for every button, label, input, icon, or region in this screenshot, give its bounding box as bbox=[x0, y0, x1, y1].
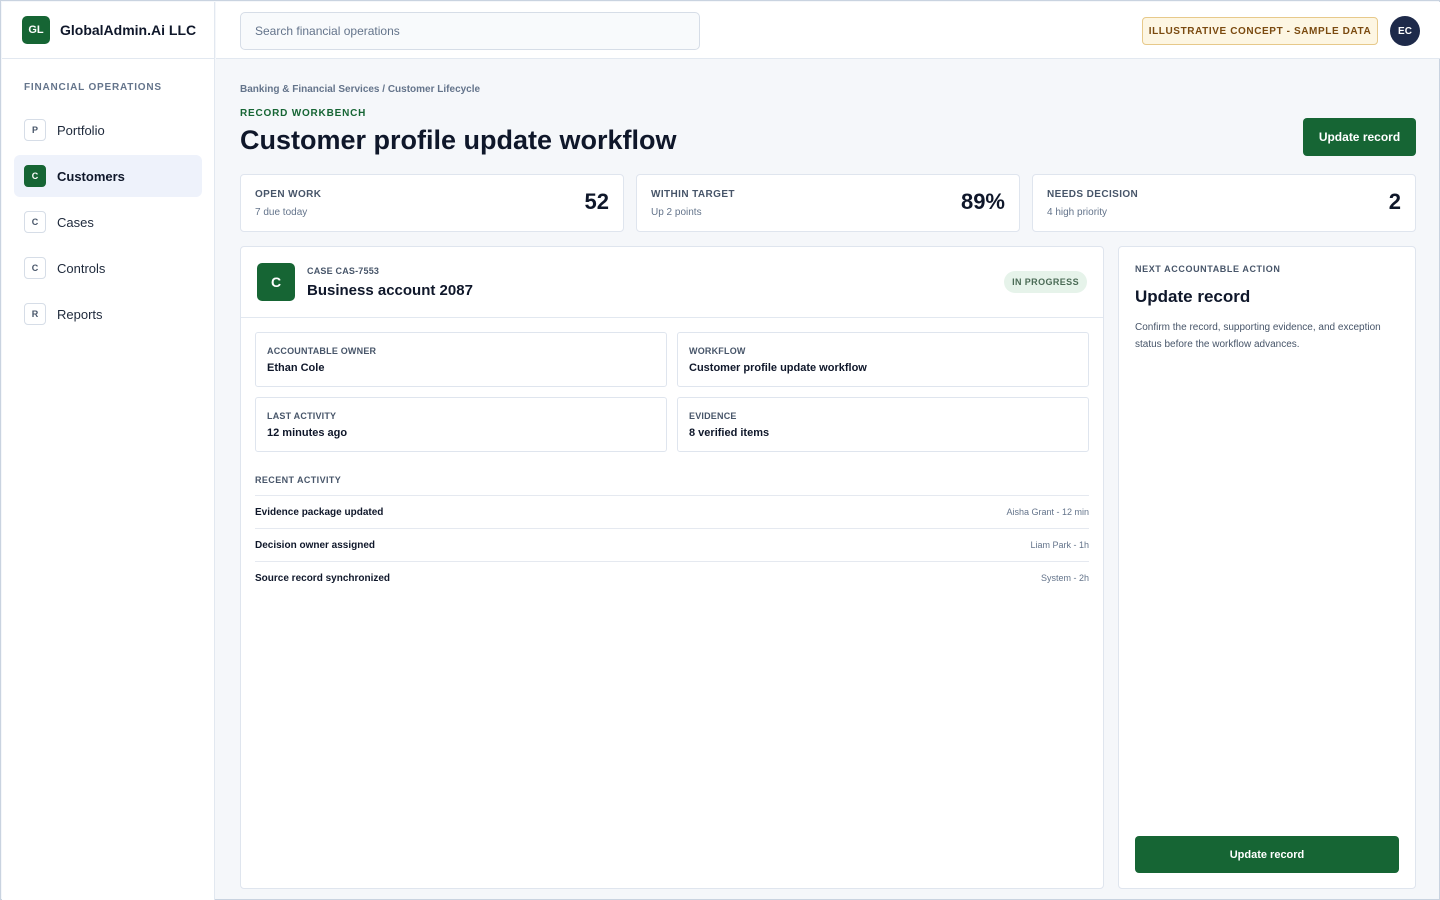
brand-logo: GL bbox=[22, 16, 50, 44]
update-record-button[interactable]: Update record bbox=[1303, 118, 1416, 156]
sidebar-item-reports[interactable]: R Reports bbox=[14, 293, 202, 335]
kpi-label: OPEN WORK bbox=[255, 189, 322, 200]
activity-meta: Liam Park - 1h bbox=[1030, 540, 1089, 550]
kpi-open-work: OPEN WORK 7 due today 52 bbox=[240, 174, 624, 232]
sidebar-item-portfolio[interactable]: P Portfolio bbox=[14, 109, 202, 151]
field-value: Ethan Cole bbox=[267, 362, 325, 374]
activity-title-text: Source record synchronized bbox=[255, 573, 391, 584]
topbar: ILLUSTRATIVE CONCEPT - SAMPLE DATA EC bbox=[216, 2, 1440, 59]
field-evidence: EVIDENCE 8 verified items bbox=[677, 397, 1089, 452]
page-title: Customer profile update workflow bbox=[240, 125, 677, 155]
controls-icon: C bbox=[24, 257, 46, 279]
kpi-value: 89% bbox=[960, 189, 1005, 214]
kpi-within-target: WITHIN TARGET Up 2 points 89% bbox=[636, 174, 1020, 232]
list-item[interactable]: Decision owner assigned Liam Park - 1h bbox=[255, 528, 1089, 561]
sidebar-item-label: Customers bbox=[57, 168, 125, 184]
sidebar-item-cases[interactable]: C Cases bbox=[14, 201, 202, 243]
field-label: EVIDENCE bbox=[689, 411, 737, 421]
case-icon: C bbox=[257, 263, 295, 301]
activity-meta: Aisha Grant - 12 min bbox=[1006, 507, 1089, 517]
update-record-panel-button[interactable]: Update record bbox=[1135, 836, 1399, 873]
field-label: ACCOUNTABLE OWNER bbox=[267, 346, 377, 356]
kpi-row: OPEN WORK 7 due today 52 WITHIN TARGET U… bbox=[240, 174, 1416, 232]
kpi-label: WITHIN TARGET bbox=[651, 189, 735, 200]
concept-badge: ILLUSTRATIVE CONCEPT - SAMPLE DATA bbox=[1142, 17, 1378, 45]
field-accountable-owner: ACCOUNTABLE OWNER Ethan Cole bbox=[255, 332, 667, 387]
kpi-sub: 4 high priority bbox=[1047, 207, 1108, 218]
activity-meta: System - 2h bbox=[1040, 573, 1089, 583]
activity-title: RECENT ACTIVITY bbox=[255, 475, 342, 485]
brand[interactable]: GL GlobalAdmin.Ai LLC bbox=[2, 2, 214, 59]
kpi-needs-decision: NEEDS DECISION 4 high priority 2 bbox=[1032, 174, 1416, 232]
page-eyebrow: RECORD WORKBENCH bbox=[240, 108, 367, 119]
case-header: C CASE CAS-7553 Business account 2087 IN… bbox=[241, 247, 1103, 318]
search-input[interactable] bbox=[240, 12, 700, 50]
kpi-value: 2 bbox=[1388, 189, 1401, 214]
field-label: LAST ACTIVITY bbox=[267, 411, 337, 421]
cases-icon: C bbox=[24, 211, 46, 233]
sidebar-item-label: Cases bbox=[57, 214, 94, 230]
list-item[interactable]: Evidence package updated Aisha Grant - 1… bbox=[255, 495, 1089, 528]
nav-section-title: FINANCIAL OPERATIONS bbox=[24, 82, 162, 93]
activity-title-text: Decision owner assigned bbox=[255, 540, 376, 551]
field-value: Customer profile update workflow bbox=[689, 362, 867, 374]
field-value: 8 verified items bbox=[689, 427, 770, 439]
kpi-label: NEEDS DECISION bbox=[1047, 189, 1139, 200]
sidebar: GL GlobalAdmin.Ai LLC FINANCIAL OPERATIO… bbox=[2, 2, 215, 900]
brand-name: GlobalAdmin.Ai LLC bbox=[60, 22, 197, 38]
sidebar-item-customers[interactable]: C Customers bbox=[14, 155, 202, 197]
breadcrumb[interactable]: Banking & Financial Services / Customer … bbox=[240, 84, 480, 95]
action-title: Update record bbox=[1135, 287, 1251, 306]
case-name: Business account 2087 bbox=[307, 282, 473, 299]
sidebar-item-controls[interactable]: C Controls bbox=[14, 247, 202, 289]
avatar[interactable]: EC bbox=[1390, 16, 1420, 46]
customers-icon: C bbox=[24, 165, 46, 187]
case-card: C CASE CAS-7553 Business account 2087 IN… bbox=[240, 246, 1104, 889]
sidebar-item-label: Portfolio bbox=[57, 122, 105, 138]
kpi-sub: Up 2 points bbox=[651, 207, 702, 218]
action-panel: NEXT ACCOUNTABLE ACTION Update record Co… bbox=[1118, 246, 1416, 889]
reports-icon: R bbox=[24, 303, 46, 325]
action-eyebrow: NEXT ACCOUNTABLE ACTION bbox=[1135, 264, 1281, 274]
kpi-sub: 7 due today bbox=[255, 207, 308, 218]
action-description: Confirm the record, supporting evidence,… bbox=[1135, 322, 1381, 350]
sidebar-nav: P Portfolio C Customers C Cases C Contro… bbox=[2, 109, 214, 335]
case-id: CASE CAS-7553 bbox=[307, 266, 380, 276]
activity-list: Evidence package updated Aisha Grant - 1… bbox=[255, 495, 1089, 594]
status-badge: IN PROGRESS bbox=[1004, 271, 1087, 293]
field-value: 12 minutes ago bbox=[267, 427, 348, 439]
kpi-value: 52 bbox=[584, 189, 609, 214]
activity-title-text: Evidence package updated bbox=[255, 507, 384, 518]
field-label: WORKFLOW bbox=[689, 346, 746, 356]
sidebar-item-label: Controls bbox=[57, 260, 106, 276]
list-item[interactable]: Source record synchronized System - 2h bbox=[255, 561, 1089, 594]
portfolio-icon: P bbox=[24, 119, 46, 141]
field-workflow: WORKFLOW Customer profile update workflo… bbox=[677, 332, 1089, 387]
sidebar-item-label: Reports bbox=[57, 306, 103, 322]
app-frame: GL GlobalAdmin.Ai LLC FINANCIAL OPERATIO… bbox=[0, 0, 1440, 900]
field-last-activity: LAST ACTIVITY 12 minutes ago bbox=[255, 397, 667, 452]
